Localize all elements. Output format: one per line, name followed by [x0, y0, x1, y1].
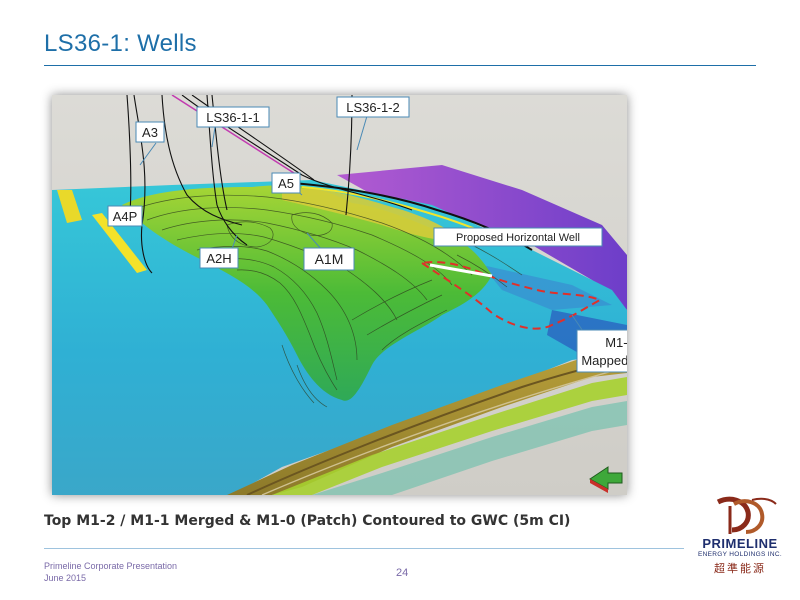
logo-subtitle: ENERGY HOLDINGS INC. [698, 551, 782, 558]
callout-ls36-1-1: LS36-1-1 [196, 106, 270, 128]
label-m1-0: M1-0 [605, 335, 627, 350]
company-logo: PRIMELINE ENERGY HOLDINGS INC. 超準能源 [690, 494, 790, 584]
callout-m1-0: M1-0 Mapped Area [576, 329, 627, 373]
logo-emblem-icon [716, 496, 777, 534]
callout-a3: A3 [135, 121, 165, 143]
callout-a4p: A4P [107, 205, 143, 227]
slide-title: LS36-1: Wells [44, 30, 197, 57]
label-ls36-1-2: LS36-1-2 [346, 100, 399, 115]
label-a3: A3 [142, 125, 158, 140]
callout-a1m: A1M [303, 247, 355, 271]
seismic-3d-view: A3 LS36-1-1 LS36-1-2 A5 A4P A2H A1M Prop… [52, 95, 627, 495]
footer-text: Primeline Corporate Presentation June 20… [44, 560, 177, 584]
title-divider [44, 65, 756, 66]
footer-divider [44, 548, 684, 549]
label-a2h: A2H [206, 251, 231, 266]
footer-presentation-name: Primeline Corporate Presentation [44, 561, 178, 571]
label-proposed-horizontal-well: Proposed Horizontal Well [456, 232, 580, 244]
callout-proposed-well: Proposed Horizontal Well [433, 227, 603, 247]
label-a4p: A4P [113, 209, 138, 224]
label-ls36-1-1: LS36-1-1 [206, 110, 259, 125]
callout-a2h: A2H [199, 247, 239, 269]
label-mapped-area: Mapped Area [581, 353, 627, 368]
page-number: 24 [396, 567, 409, 579]
label-a1m: A1M [315, 251, 344, 267]
reservoir-surface-map: A3 LS36-1-1 LS36-1-2 A5 A4P A2H A1M Prop… [52, 95, 627, 495]
footer-date: June 2015 [44, 573, 87, 583]
callout-ls36-1-2: LS36-1-2 [336, 96, 410, 118]
figure-caption: Top M1-2 / M1-1 Merged & M1-0 (Patch) Co… [44, 513, 571, 529]
label-a5: A5 [278, 176, 294, 191]
callout-a5: A5 [271, 172, 301, 194]
logo-wordmark: PRIMELINE [702, 536, 778, 551]
logo-chinese-name: 超準能源 [714, 562, 766, 575]
